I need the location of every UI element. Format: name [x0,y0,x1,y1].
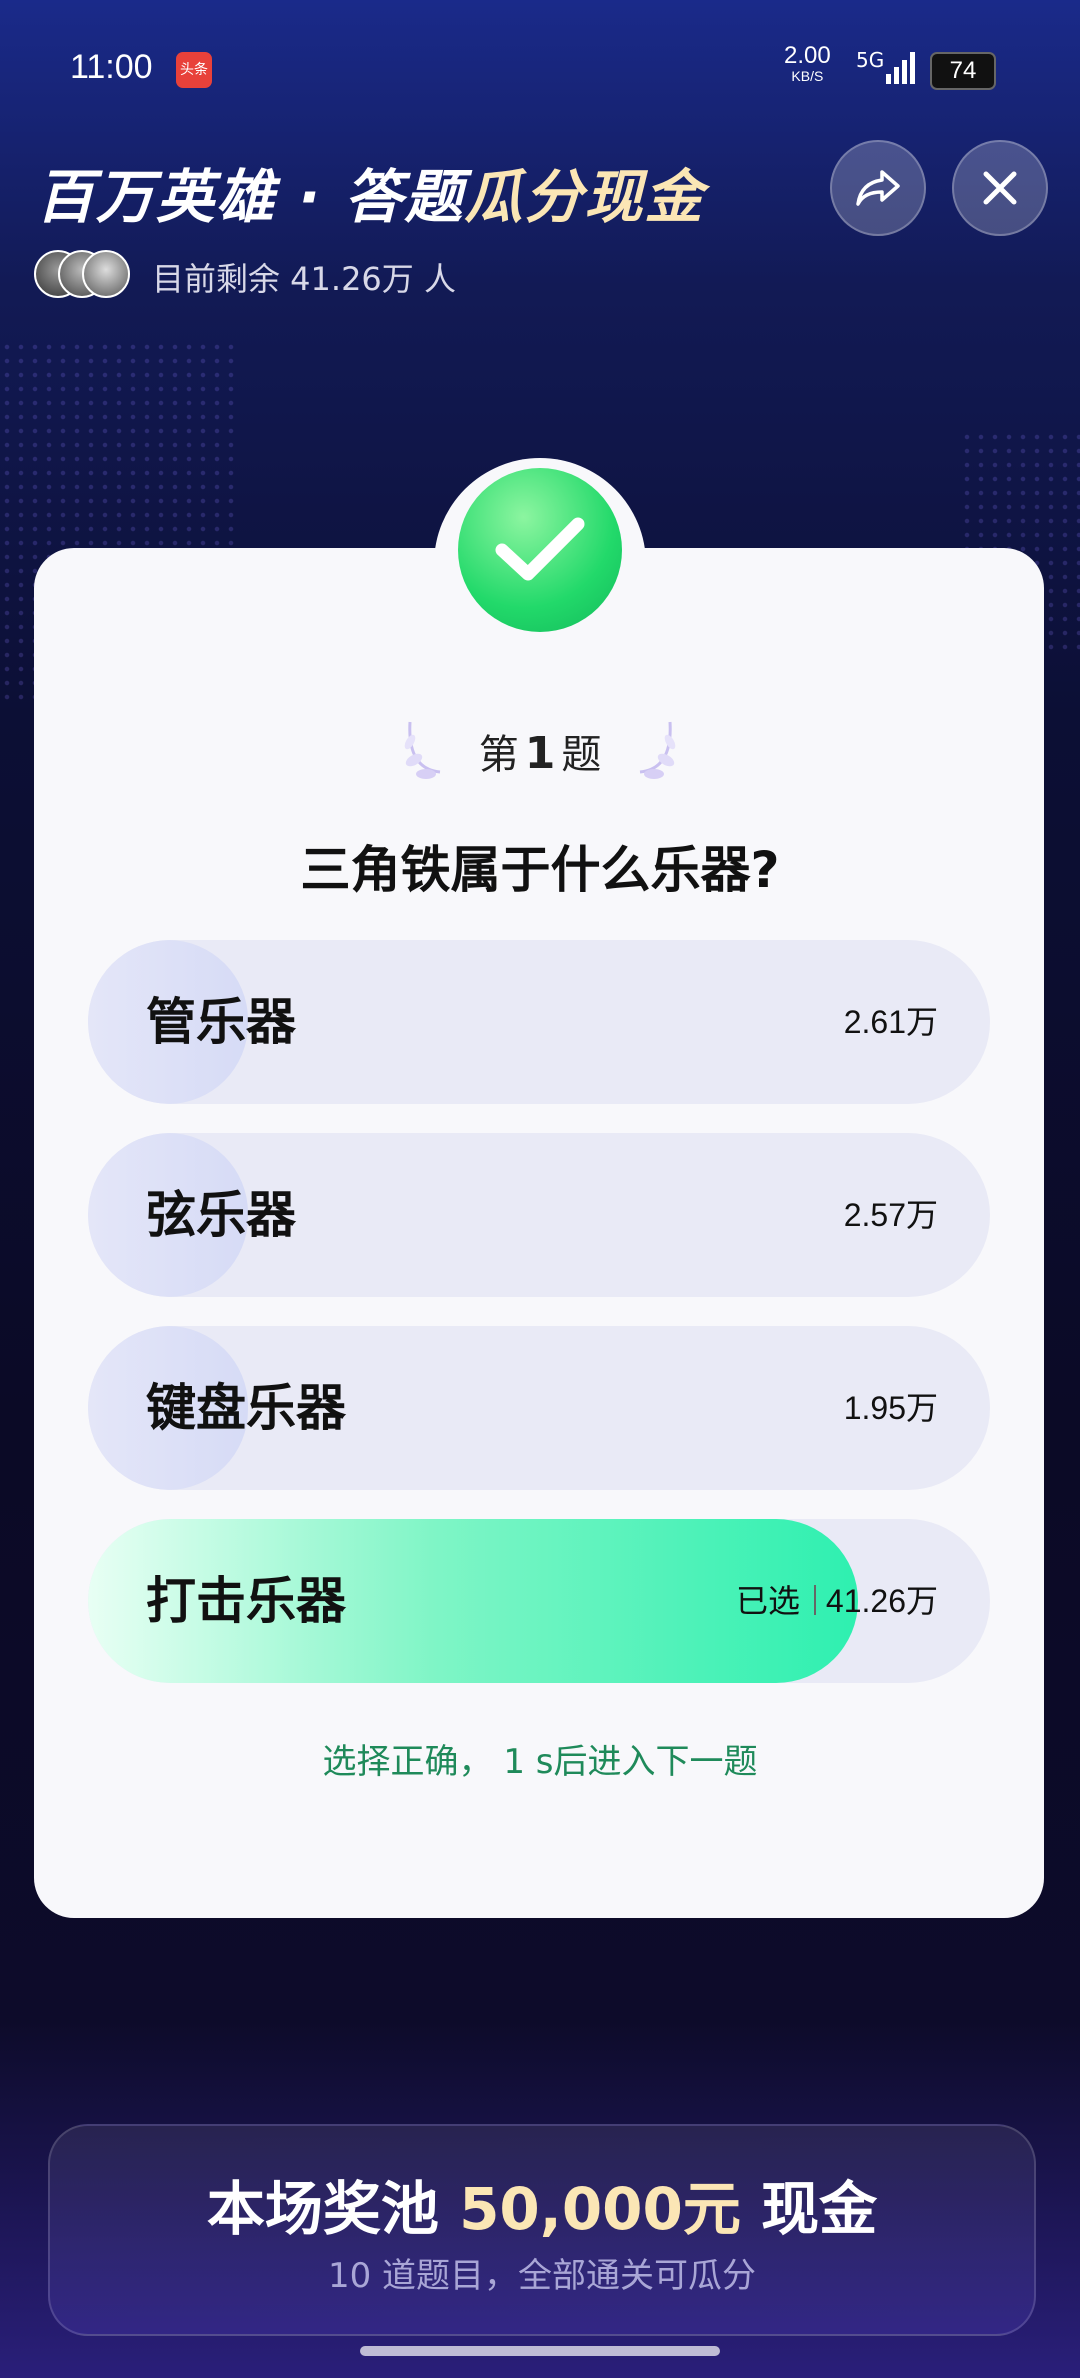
option-1[interactable]: 弦乐器 2.57万 [88,1133,990,1297]
title-part1: 百万英雄 · 答题 [36,163,465,231]
page-title: 百万英雄 · 答题瓜分现金 [36,150,704,234]
prize-pool-banner: 本场奖池 50,000元 现金 10 道题目，全部通关可瓜分 [48,2124,1036,2336]
question-number: 第1题 [0,722,1080,780]
app-notification-icon: 头条 [176,52,212,88]
share-icon [856,170,900,206]
selected-tag: 已选 [735,1582,800,1620]
prize-amount: 50,000元 [459,2175,741,2243]
close-icon [983,171,1017,205]
prize-prefix: 本场奖池 [206,2175,439,2243]
participant-avatars [34,250,130,298]
battery-icon: 74 [930,52,996,90]
option-0-count: 2.61万 [843,1004,938,1040]
option-2-count: 1.95万 [843,1390,938,1426]
question-number-prefix: 第 [478,732,519,778]
net-speed-unit: KB/S [791,68,824,84]
home-indicator[interactable] [360,2346,720,2356]
option-1-label: 弦乐器 [146,1186,296,1244]
option-2[interactable]: 键盘乐器 1.95万 [88,1326,990,1490]
close-button[interactable] [952,140,1048,236]
net-speed-value: 2.00 [784,42,831,69]
title-part2: 瓜分现金 [464,163,705,231]
share-button[interactable] [830,140,926,236]
prize-subtitle: 10 道题目，全部通关可瓜分 [327,2256,757,2296]
question-text: 三角铁属于什么乐器? [300,841,780,899]
question-number-value: 1 [524,728,556,779]
prize-pool-title: 本场奖池 50,000元 现金 [50,2162,1034,2246]
status-time: 11:00 [70,48,153,86]
avatar [82,250,130,298]
remaining-players: 目前剩余 41.26万 人 [152,260,456,298]
option-0[interactable]: 管乐器 2.61万 [88,940,990,1104]
option-3-selected[interactable]: 打击乐器 已选 41.26万 [88,1519,990,1683]
correct-check-icon [458,468,622,632]
prize-suffix: 现金 [761,2175,878,2243]
divider [814,1585,816,1615]
signal-icon [886,52,916,84]
option-2-label: 键盘乐器 [146,1379,346,1437]
option-0-label: 管乐器 [146,993,296,1051]
answer-feedback: 选择正确， 1 s后进入下一题 [322,1742,758,1782]
option-3-label: 打击乐器 [146,1572,346,1630]
network-speed: 2.00 KB/S [784,44,831,86]
option-1-count: 2.57万 [843,1197,938,1233]
network-type: 5G [856,48,885,72]
question-number-suffix: 题 [561,732,602,778]
status-bar: 11:00 头条 2.00 KB/S 5G 74 [0,0,1080,140]
option-3-count: 41.26万 [825,1583,938,1619]
